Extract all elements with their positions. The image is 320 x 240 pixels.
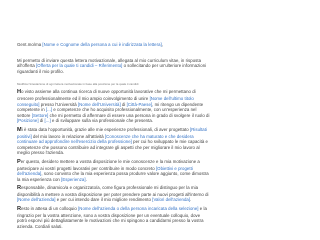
body-paragraph-3: Per questo, desidero mettere a vostra di… <box>17 159 210 182</box>
intro-paragraph: Mi permetto di inviare questa lettera mo… <box>17 58 210 75</box>
intro-placeholder: [Offerta per la quale ti candidi – Rifer… <box>36 63 123 69</box>
greeting-suffix: , <box>161 42 164 47</box>
paragraph-text: , sono convinto che la mia esperienza po… <box>17 171 209 182</box>
body-paragraph-1: Ho visto assieme alla continua ricerca d… <box>17 89 210 124</box>
paragraph-text: esponsabile, dinamico/a e organizzato/a,… <box>17 185 209 197</box>
paragraph-placeholder: [Città-Paese] <box>126 101 153 107</box>
greeting-line: Gent.mo/ma [Nome e Cognome della persona… <box>17 0 210 48</box>
paragraph-text: i è stata data l'opportunità, grazie all… <box>21 126 190 132</box>
paragraph-text: del mio lavoro in relazione all'attività <box>31 133 105 139</box>
paragraph-text: che mi permetto di affermare di essere u… <box>48 112 210 118</box>
paragraph-placeholder: [Valori dell'azienda] <box>152 197 191 203</box>
greeting-placeholder: [Nome e Cognome della persona a cui è in… <box>42 42 162 47</box>
paragraph-placeholder: [Settore] <box>31 112 49 118</box>
paragraph-placeholder: [Nome dell'azienda o della persona incar… <box>78 206 199 212</box>
paragraph-text: presso l'Università <box>39 101 78 107</box>
paragraph-text: e di sviluppare sulla via professionale … <box>50 118 154 124</box>
paragraph-text: . <box>190 197 192 203</box>
paragraph-placeholder: [Nome dell'Università] <box>77 101 121 107</box>
paragraph-placeholder: [Posizione] <box>17 118 39 124</box>
paragraph-placeholder: [Nome dell'azienda] <box>17 197 56 203</box>
paragraph-text: e per cui intendo dare il mio migliore r… <box>55 197 153 203</box>
body-paragraph-5: Resto in attesa di un colloquio [Nome de… <box>17 206 210 229</box>
body-paragraph-2: Mi è stata data l'opportunità, grazie al… <box>17 127 210 156</box>
paragraph-placeholder: [Esperienza] <box>61 176 86 182</box>
paragraph-text: . <box>85 176 87 182</box>
body-paragraph-4: Responsabile, dinamico/a e organizzato/a… <box>17 185 210 203</box>
paragraph-text: esto in attesa di un colloquio <box>21 206 79 212</box>
letter-page: Gent.mo/ma [Nome e Cognome della persona… <box>0 0 225 229</box>
template-note: Modifica l'intestazione di ogni lettera … <box>17 82 139 87</box>
greeting-prefix: Gent.mo/ma <box>17 42 43 47</box>
